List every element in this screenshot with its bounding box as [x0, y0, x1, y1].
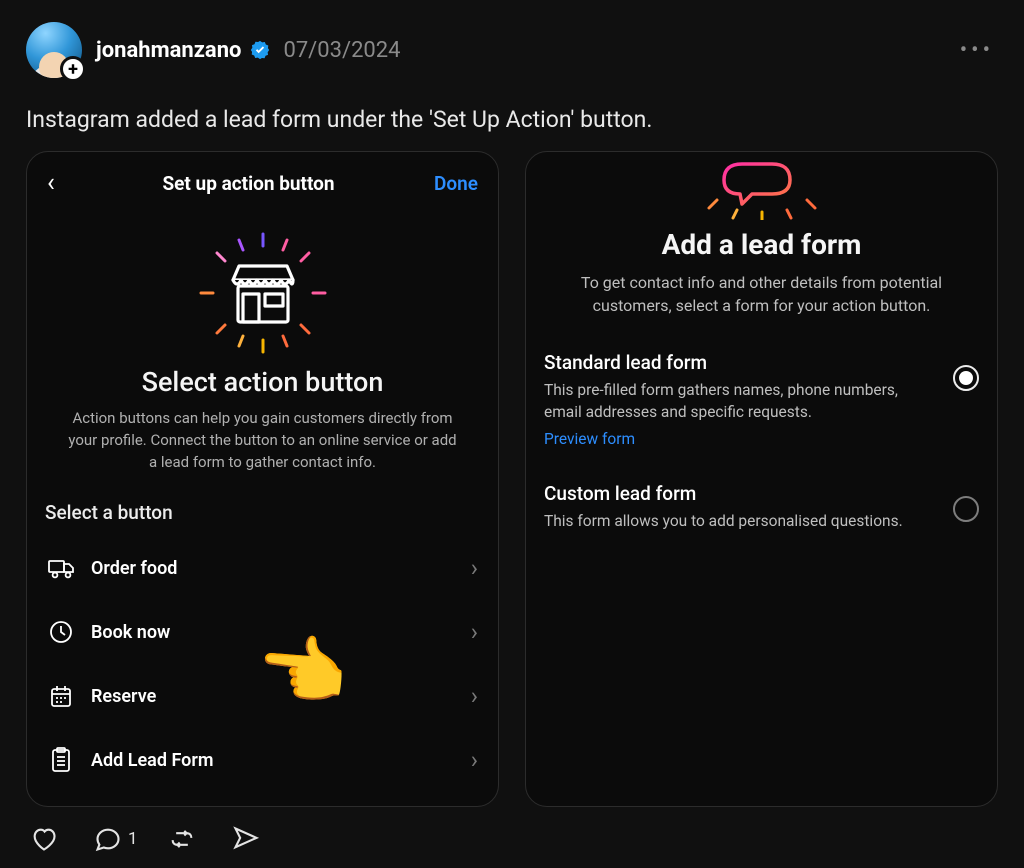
option-label: Add Lead Form	[91, 750, 455, 771]
post-container: + jonahmanzano 07/03/2024 ••• Instagram …	[0, 0, 1024, 865]
option-label: Reserve	[91, 686, 455, 707]
select-button-subhead: Select a button	[45, 501, 480, 524]
option-reserve[interactable]: Reserve › 👇	[45, 664, 480, 728]
option-label: Order food	[91, 558, 455, 579]
chevron-right-icon: ›	[471, 554, 478, 582]
form-option-title: Standard lead form	[544, 351, 935, 374]
lead-form-heading: Add a lead form	[544, 228, 979, 261]
comment-button[interactable]: 1	[94, 825, 138, 853]
post-author-row: jonahmanzano 07/03/2024	[96, 38, 401, 63]
send-icon	[232, 825, 260, 853]
setup-action-title: Set up action button	[79, 172, 418, 195]
option-order-food[interactable]: Order food ›	[45, 536, 480, 600]
post-more-menu-icon[interactable]: •••	[960, 38, 998, 63]
comment-count: 1	[128, 829, 138, 849]
lead-form-panel: Add a lead form To get contact info and …	[525, 151, 998, 807]
done-button[interactable]: Done	[418, 172, 478, 195]
post-header: + jonahmanzano 07/03/2024 •••	[26, 22, 998, 78]
clipboard-icon	[47, 747, 75, 773]
calendar-icon	[47, 684, 75, 708]
setup-action-header: ‹ Set up action button Done	[45, 166, 480, 202]
truck-icon	[47, 557, 75, 579]
comment-icon	[94, 825, 122, 853]
select-action-description: Action buttons can help you gain custome…	[63, 408, 462, 473]
add-story-plus-icon[interactable]: +	[60, 56, 86, 82]
repost-button[interactable]	[168, 825, 202, 853]
post-action-bar: 1	[26, 825, 998, 853]
form-option-subtitle: This pre-filled form gathers names, phon…	[544, 380, 935, 423]
radio-selected-icon[interactable]	[953, 365, 979, 391]
share-button[interactable]	[232, 825, 266, 853]
chevron-right-icon: ›	[471, 618, 478, 646]
chevron-right-icon: ›	[471, 682, 478, 710]
avatar-container[interactable]: +	[26, 22, 82, 78]
clock-icon	[47, 620, 75, 644]
post-body-text: Instagram added a lead form under the 'S…	[26, 106, 998, 133]
back-chevron-icon[interactable]: ‹	[47, 168, 79, 198]
setup-action-panel: ‹ Set up action button Done	[26, 151, 499, 807]
chevron-right-icon: ›	[471, 746, 478, 774]
repost-icon	[168, 825, 196, 853]
preview-form-link[interactable]: Preview form	[544, 430, 635, 448]
screenshots-row: ‹ Set up action button Done	[26, 151, 998, 807]
custom-lead-form-option[interactable]: Custom lead form This form allows you to…	[544, 482, 979, 533]
standard-lead-form-option[interactable]: Standard lead form This pre-filled form …	[544, 351, 979, 447]
radio-unselected-icon[interactable]	[953, 496, 979, 522]
form-option-subtitle: This form allows you to add personalised…	[544, 511, 935, 533]
option-label: Book now	[91, 622, 455, 643]
select-action-heading: Select action button	[45, 366, 480, 398]
lead-form-description: To get contact info and other details fr…	[566, 271, 957, 317]
verified-badge-icon	[249, 39, 271, 61]
form-option-title: Custom lead form	[544, 482, 935, 505]
storefront-illustration-icon	[173, 228, 353, 358]
speech-bubble-illustration-icon	[544, 162, 979, 220]
post-date: 07/03/2024	[283, 38, 400, 63]
heart-icon	[30, 825, 58, 853]
option-book-now[interactable]: Book now ›	[45, 600, 480, 664]
like-button[interactable]	[30, 825, 64, 853]
option-add-lead-form[interactable]: Add Lead Form ›	[45, 728, 480, 792]
post-username[interactable]: jonahmanzano	[96, 38, 241, 63]
